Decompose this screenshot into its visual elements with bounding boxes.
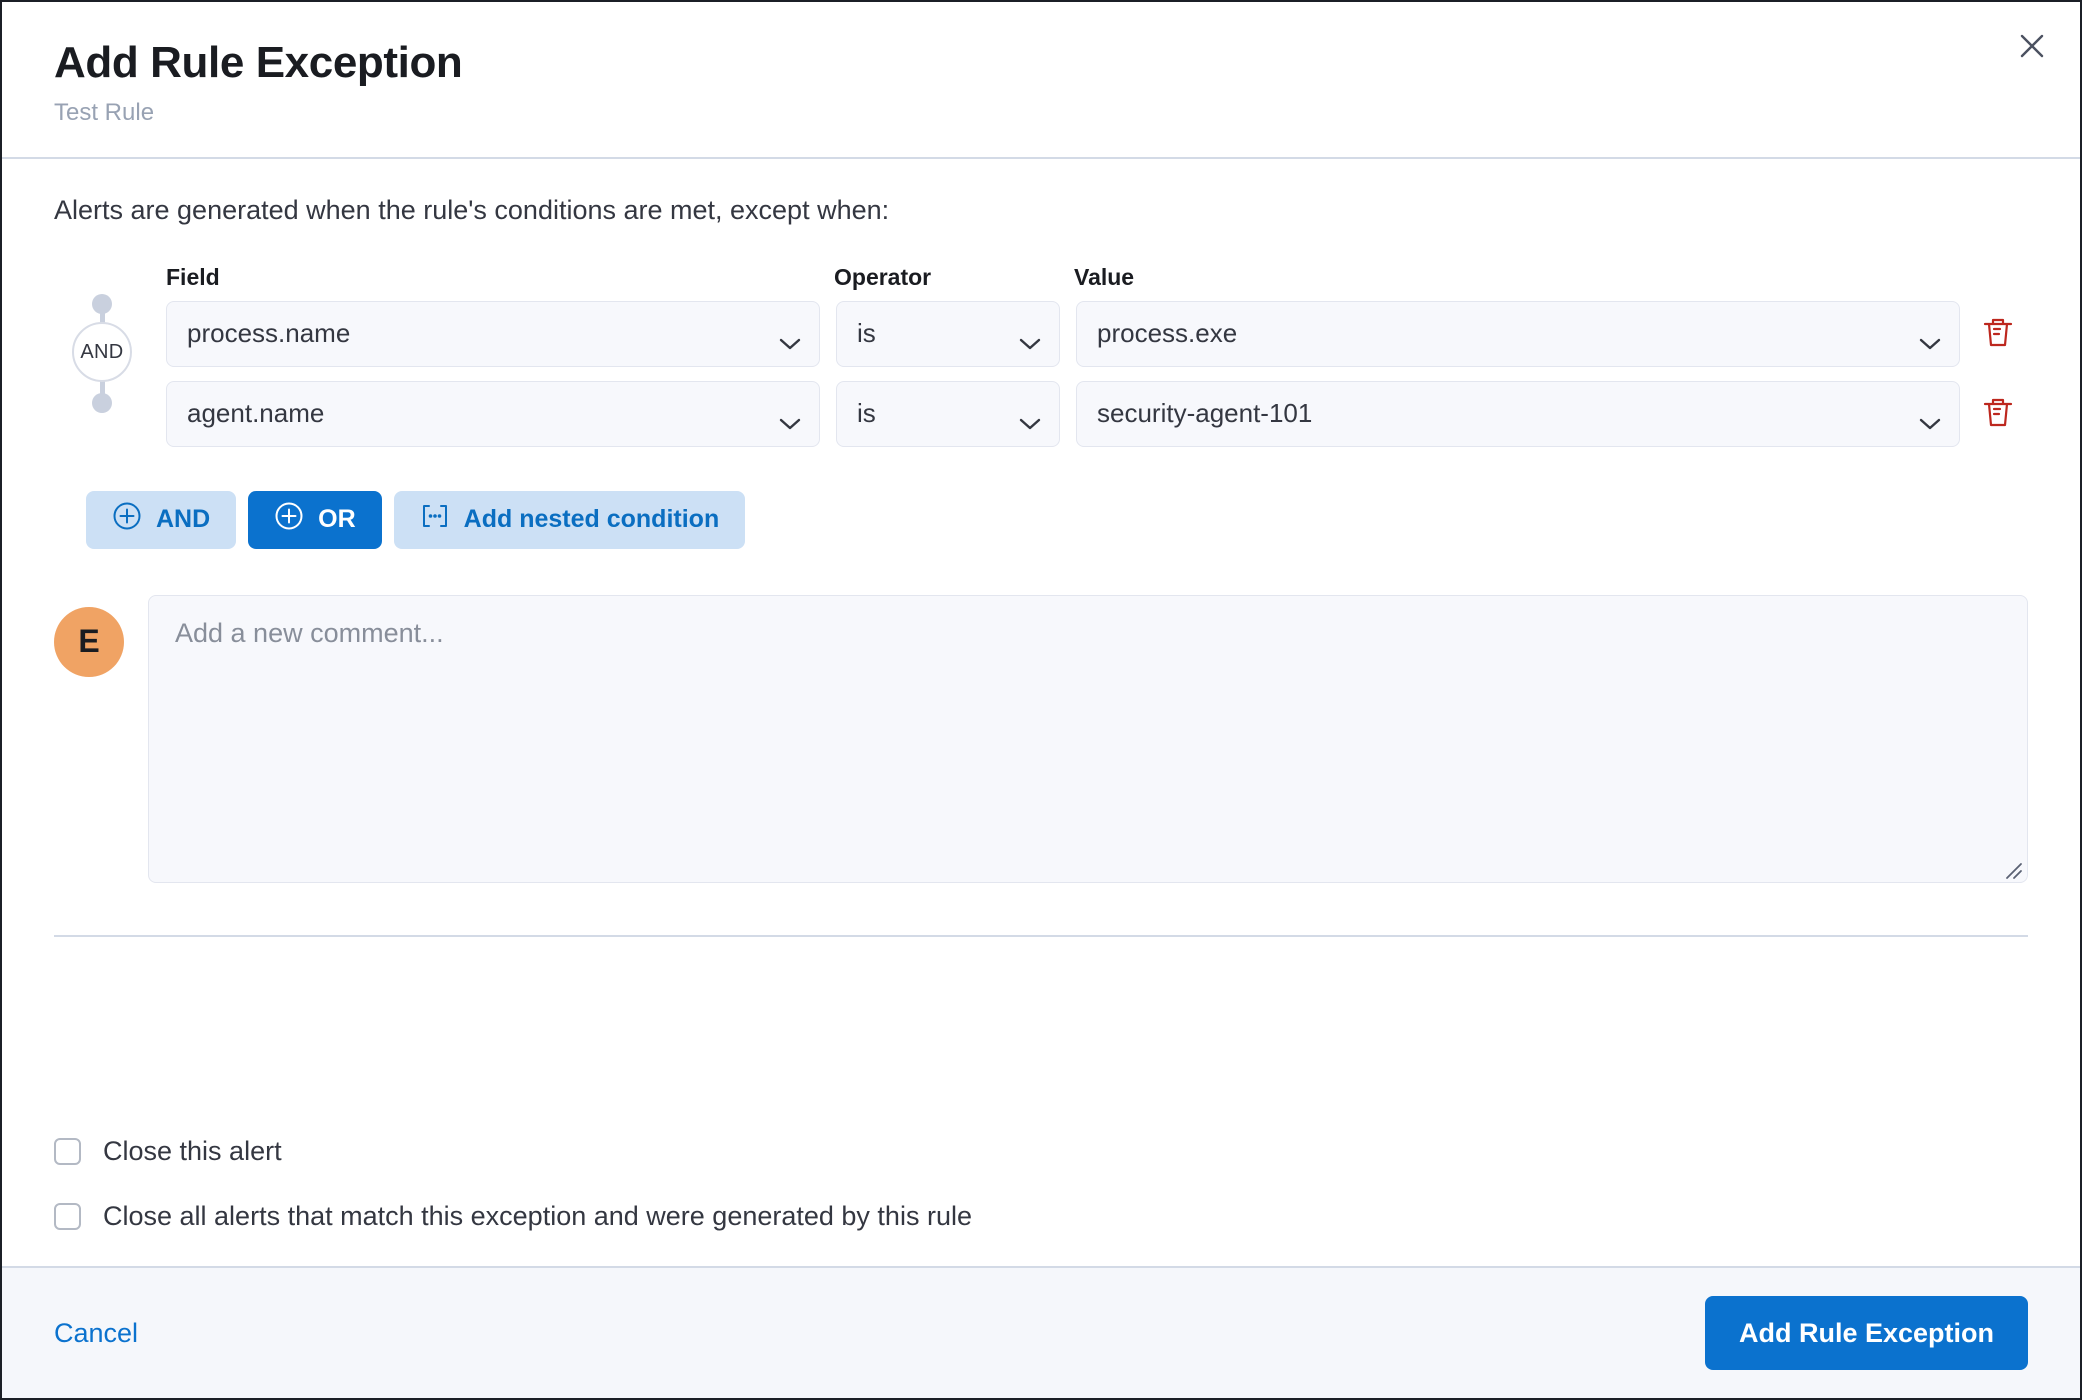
chevron-down-icon xyxy=(779,327,801,341)
close-this-alert-checkbox[interactable] xyxy=(54,1138,81,1165)
chevron-down-icon xyxy=(1919,407,1941,421)
value-select-0[interactable]: process.exe xyxy=(1076,301,1960,367)
field-select-0[interactable]: process.name xyxy=(166,301,820,367)
circle-plus-icon xyxy=(112,501,142,538)
operator-select-value-0: is xyxy=(857,318,876,349)
cancel-button[interactable]: Cancel xyxy=(54,1318,138,1349)
connector-dot-top xyxy=(92,294,112,314)
add-condition-buttons: AND OR xyxy=(54,491,2028,549)
close-alert-options: Close this alert Close all alerts that m… xyxy=(2,1088,2080,1266)
add-or-condition-label: OR xyxy=(318,505,356,534)
close-button[interactable] xyxy=(2010,24,2054,68)
intro-text: Alerts are generated when the rule's con… xyxy=(54,193,2028,228)
page-title: Add Rule Exception xyxy=(54,38,2028,89)
column-headers: Field Operator Value xyxy=(150,264,2028,291)
close-matching-alerts-row[interactable]: Close all alerts that match this excepti… xyxy=(54,1201,2028,1232)
close-matching-alerts-label: Close all alerts that match this excepti… xyxy=(103,1201,972,1232)
and-connector: AND xyxy=(54,264,150,405)
operator-select-value-1: is xyxy=(857,398,876,429)
section-divider xyxy=(54,935,2028,937)
field-select-value-1: agent.name xyxy=(187,398,324,429)
value-select-1[interactable]: security-agent-101 xyxy=(1076,381,1960,447)
page-subtitle: Test Rule xyxy=(54,99,2028,127)
value-select-value-1: security-agent-101 xyxy=(1097,398,1312,429)
add-rule-exception-button[interactable]: Add Rule Exception xyxy=(1705,1296,2028,1370)
comment-input[interactable]: Add a new comment... xyxy=(148,595,2028,883)
trash-icon xyxy=(1982,315,2014,352)
connector-badge: AND xyxy=(72,322,132,382)
field-select-1[interactable]: agent.name xyxy=(166,381,820,447)
nested-group-icon xyxy=(420,503,450,536)
field-select-value-0: process.name xyxy=(187,318,350,349)
flyout-header: Add Rule Exception Test Rule xyxy=(2,2,2080,159)
close-this-alert-label: Close this alert xyxy=(103,1136,282,1167)
add-nested-condition-label: Add nested condition xyxy=(464,505,720,534)
table-row: process.name is process.exe xyxy=(150,301,2028,367)
column-header-field: Field xyxy=(166,264,834,291)
chevron-down-icon xyxy=(1019,327,1041,341)
chevron-down-icon xyxy=(1019,407,1041,421)
column-header-operator: Operator xyxy=(834,264,1074,291)
comment-placeholder: Add a new comment... xyxy=(175,618,444,648)
chevron-down-icon xyxy=(1919,327,1941,341)
circle-plus-icon xyxy=(274,501,304,538)
close-matching-alerts-checkbox[interactable] xyxy=(54,1203,81,1230)
add-nested-condition-button[interactable]: Add nested condition xyxy=(394,491,746,549)
chevron-down-icon xyxy=(779,407,801,421)
add-or-condition-button[interactable]: OR xyxy=(248,491,382,549)
avatar: E xyxy=(54,607,124,677)
add-and-condition-label: AND xyxy=(156,505,210,534)
trash-icon xyxy=(1982,395,2014,432)
close-icon xyxy=(2018,32,2046,60)
condition-rows: Field Operator Value process.name is xyxy=(150,264,2028,461)
column-header-value: Value xyxy=(1074,264,2028,291)
operator-select-1[interactable]: is xyxy=(836,381,1060,447)
flyout-footer: Cancel Add Rule Exception xyxy=(2,1266,2080,1398)
condition-builder: AND Field Operator Value process.name xyxy=(54,264,2028,461)
add-and-condition-button[interactable]: AND xyxy=(86,491,236,549)
resize-grip-icon[interactable] xyxy=(2001,856,2023,878)
table-row: agent.name is security-agent-101 xyxy=(150,381,2028,447)
delete-condition-button-0[interactable] xyxy=(1968,301,2028,367)
flyout-body: Alerts are generated when the rule's con… xyxy=(2,159,2080,1088)
connector-dot-bottom xyxy=(92,393,112,413)
operator-select-0[interactable]: is xyxy=(836,301,1060,367)
close-this-alert-row[interactable]: Close this alert xyxy=(54,1136,2028,1167)
add-rule-exception-flyout: Add Rule Exception Test Rule Alerts are … xyxy=(0,0,2082,1400)
comment-section: E Add a new comment... xyxy=(54,595,2028,883)
value-select-value-0: process.exe xyxy=(1097,318,1237,349)
delete-condition-button-1[interactable] xyxy=(1968,381,2028,447)
